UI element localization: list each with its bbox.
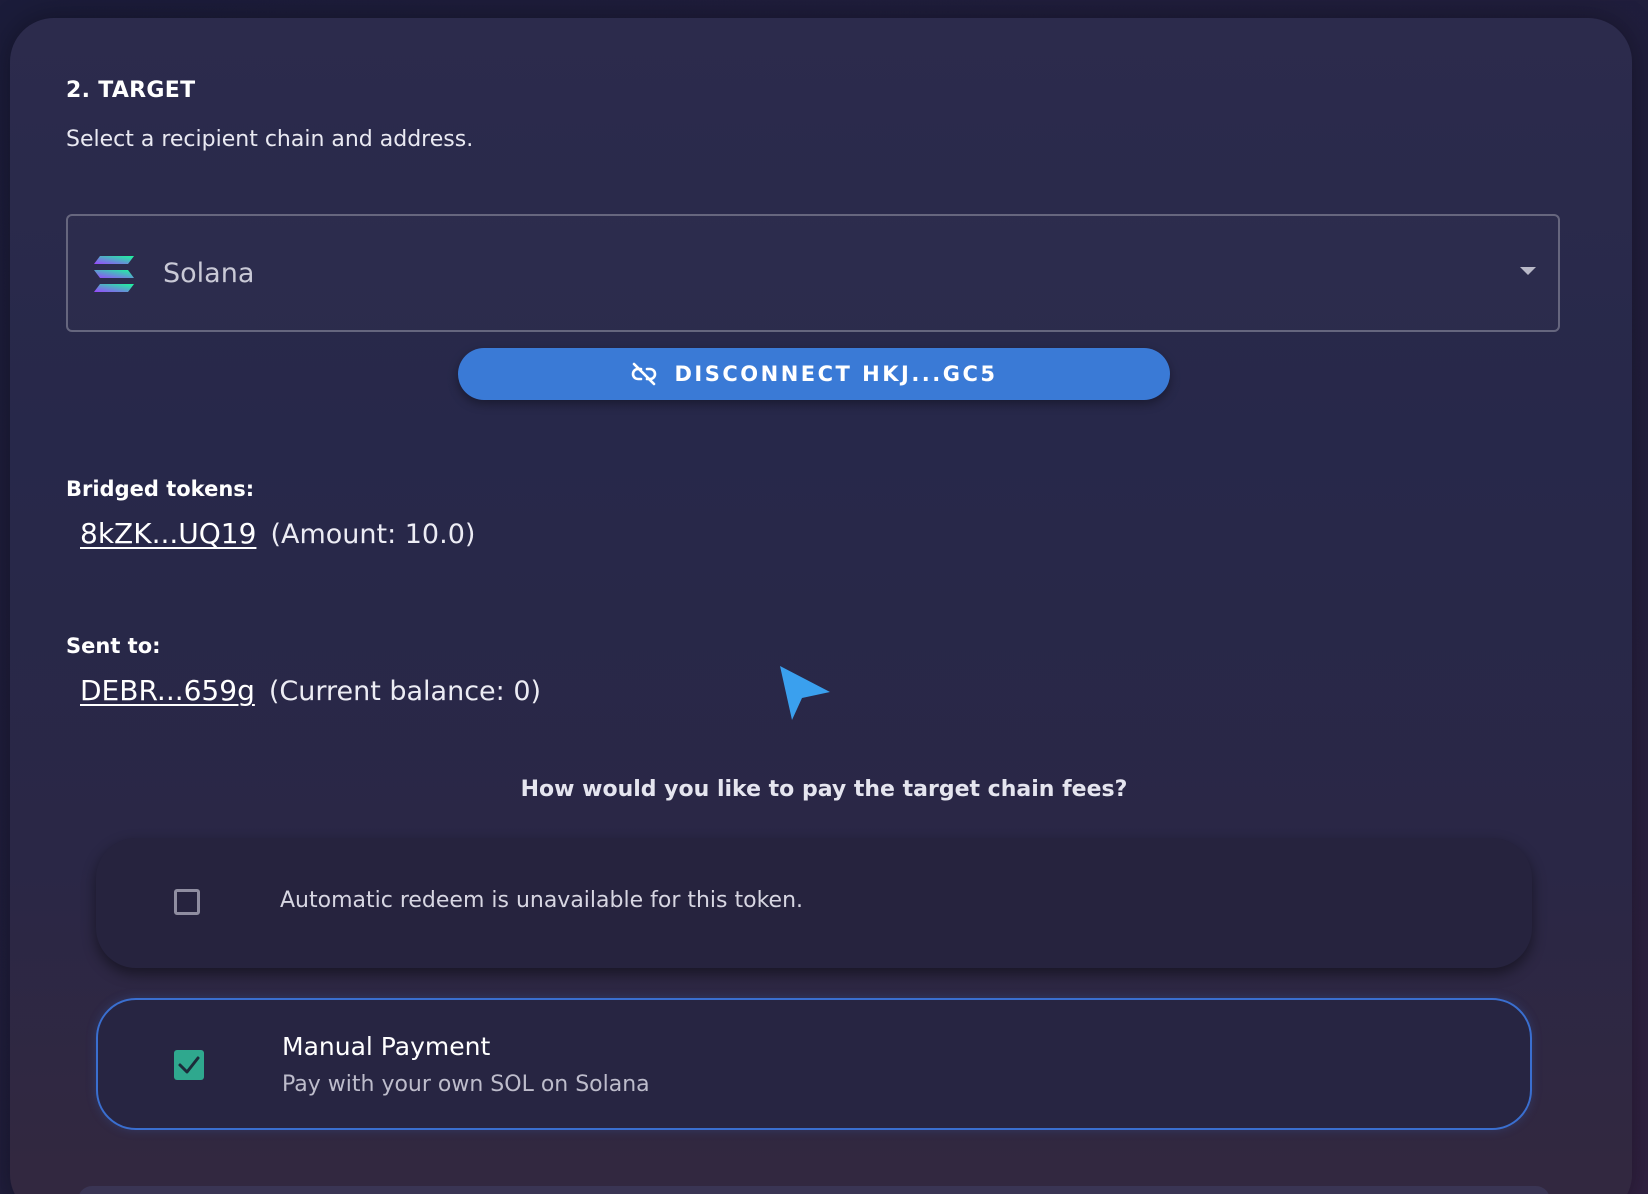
bridged-tokens-line: 8kZK...UQ19 (Amount: 10.0) [80, 517, 475, 550]
cursor-arrow-icon [780, 666, 830, 720]
step-subtitle: Select a recipient chain and address. [66, 127, 474, 152]
disconnect-wallet-label: DISCONNECT HKJ...GC5 [674, 362, 998, 386]
bridged-token-address-link[interactable]: 8kZK...UQ19 [80, 517, 256, 550]
fee-option-automatic: Automatic redeem is unavailable for this… [96, 838, 1532, 968]
link-off-icon [632, 362, 657, 386]
manual-payment-subtitle: Pay with your own SOL on Solana [282, 1072, 650, 1097]
next-section-edge [78, 1186, 1550, 1194]
automatic-redeem-text: Automatic redeem is unavailable for this… [280, 888, 804, 913]
manual-payment-checkbox[interactable] [174, 1050, 204, 1080]
automatic-redeem-checkbox [174, 889, 200, 915]
manual-payment-title: Manual Payment [282, 1032, 491, 1061]
sent-to-label: Sent to: [66, 634, 161, 658]
selected-chain-label: Solana [163, 258, 255, 289]
sent-to-line: DEBR...659g (Current balance: 0) [80, 674, 541, 707]
step-title: 2. TARGET [66, 78, 196, 103]
chevron-down-icon[interactable] [1520, 267, 1536, 275]
solana-logo-icon [94, 256, 134, 292]
disconnect-wallet-button[interactable]: DISCONNECT HKJ...GC5 [458, 348, 1170, 400]
chain-select[interactable]: Solana [66, 214, 1560, 332]
bridged-tokens-label: Bridged tokens: [66, 477, 255, 501]
checkmark-icon [178, 1056, 200, 1074]
bridged-token-amount: (Amount: 10.0) [270, 519, 476, 550]
fee-question: How would you like to pay the target cha… [520, 777, 1128, 802]
recipient-balance: (Current balance: 0) [268, 676, 542, 707]
recipient-address-link[interactable]: DEBR...659g [80, 674, 255, 707]
fee-option-manual[interactable]: Manual Payment Pay with your own SOL on … [96, 998, 1532, 1130]
